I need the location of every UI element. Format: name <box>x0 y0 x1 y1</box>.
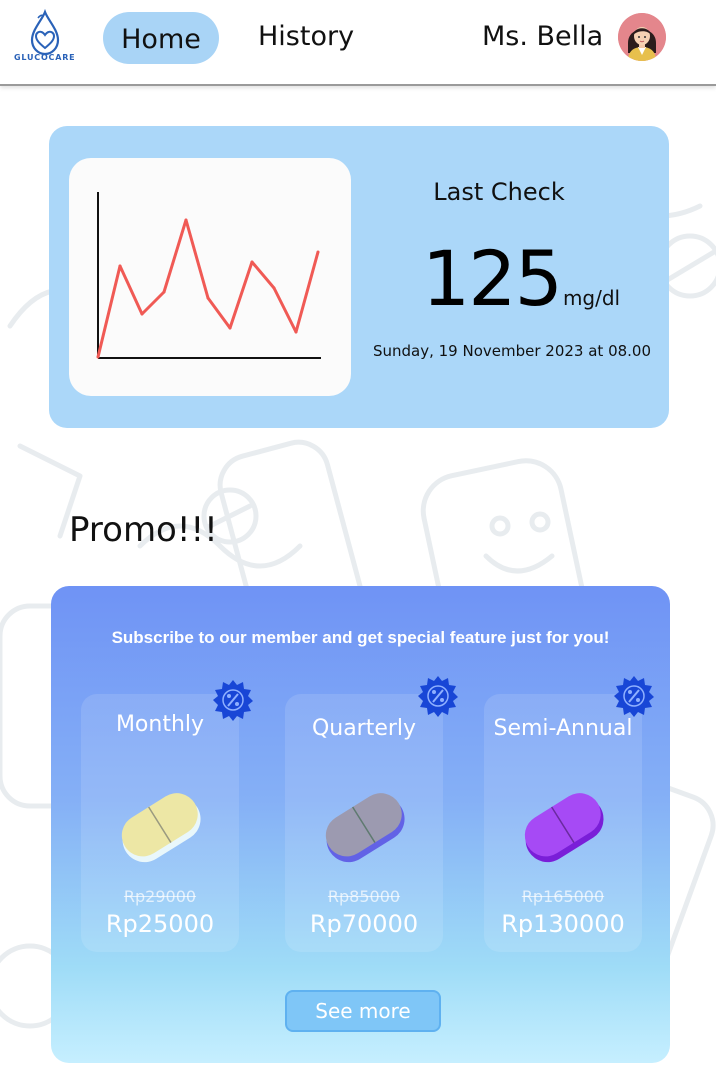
glucose-unit: mg/dl <box>562 286 621 310</box>
plan-new-price: Rp25000 <box>105 910 215 938</box>
glucose-chart <box>69 158 351 396</box>
chart-point <box>272 286 276 290</box>
plan-name: Quarterly <box>311 716 417 741</box>
promo-heading: Promo!!! <box>69 510 218 550</box>
user-name[interactable]: Ms. Bella <box>482 14 603 58</box>
plan-new-price: Rp130000 <box>501 910 625 938</box>
discount-percent-icon <box>213 680 253 721</box>
chart-point <box>294 330 298 334</box>
chart-point <box>140 312 144 316</box>
pill-icon <box>325 793 405 863</box>
top-navigation-bar: GLUCOCARE Home History Ms. Bella <box>0 0 716 86</box>
logo-text: GLUCOCARE <box>14 53 76 62</box>
plan-card-quarterly[interactable]: Quarterly Rp85000 Rp70000 <box>285 694 443 952</box>
chart-point <box>206 296 210 300</box>
see-more-button[interactable]: See more <box>285 990 441 1032</box>
glucose-reading: 125 mg/dl <box>371 234 671 323</box>
chart-point <box>228 326 232 330</box>
last-check-date: Sunday, 19 November 2023 at 08.00 <box>372 342 652 360</box>
discount-percent-icon <box>418 676 458 717</box>
glucose-value: 125 <box>421 234 563 323</box>
chart-point <box>162 290 166 294</box>
plan-card-monthly[interactable]: Monthly Rp29000 Rp25000 <box>81 694 239 952</box>
drop-heart-icon <box>30 8 60 56</box>
chart-point <box>118 264 122 268</box>
plan-old-price: Rp165000 <box>521 887 605 906</box>
pill-icon <box>121 793 201 863</box>
plan-new-price: Rp70000 <box>309 910 419 938</box>
plan-card-semi-annual[interactable]: Semi-Annual Rp165000 Rp130000 <box>484 694 642 952</box>
plan-old-price: Rp85000 <box>327 887 401 906</box>
chart-point <box>184 218 188 222</box>
discount-percent-icon <box>614 676 654 717</box>
chart-point <box>96 355 100 359</box>
plan-name: Semi-Annual <box>493 716 633 741</box>
last-check-title: Last Check <box>433 178 565 206</box>
woman-avatar-icon <box>618 13 666 61</box>
glucose-line-chart <box>96 192 321 359</box>
promo-card: Subscribe to our member and get special … <box>51 586 670 1063</box>
plan-old-price: Rp29000 <box>123 887 197 906</box>
nav-tab-home[interactable]: Home <box>103 12 219 64</box>
chart-point <box>250 260 254 264</box>
page: GLUCOCARE Home History Ms. Bella Last Ch… <box>0 0 716 1072</box>
last-check-card[interactable]: Last Check 125 mg/dl Sunday, 19 November … <box>49 126 669 428</box>
nav-tab-history[interactable]: History <box>258 14 354 58</box>
user-avatar[interactable] <box>618 13 666 61</box>
chart-point <box>316 250 320 254</box>
pill-icon <box>524 793 604 863</box>
promo-subtitle: Subscribe to our member and get special … <box>111 628 610 647</box>
chart-series-line <box>96 218 320 358</box>
